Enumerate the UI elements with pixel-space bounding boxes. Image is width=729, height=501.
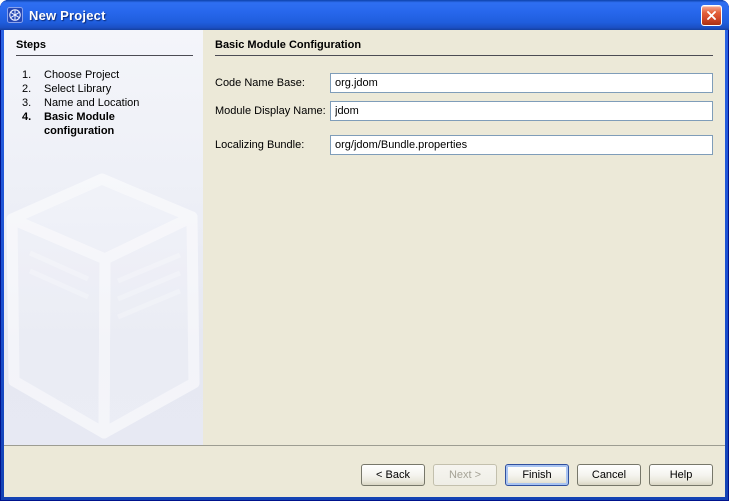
steps-list: 1. Choose Project 2. Select Library 3. N…: [22, 68, 203, 138]
button-bar: < Back Next > Finish Cancel Help: [4, 445, 725, 497]
module-display-name-label: Module Display Name:: [215, 105, 326, 117]
help-button[interactable]: Help: [649, 464, 713, 486]
netbeans-cube-watermark-icon: [6, 173, 200, 439]
step-item-basic-module-configuration: 4. Basic Module configuration: [22, 111, 115, 137]
form-row-module-display-name: Module Display Name:: [215, 101, 713, 121]
form-row-code-name-base: Code Name Base:: [215, 73, 713, 93]
step-item-name-and-location: 3. Name and Location: [22, 97, 140, 109]
module-display-name-input[interactable]: [330, 101, 713, 121]
back-button[interactable]: < Back: [361, 464, 425, 486]
netbeans-logo-icon: [7, 7, 23, 23]
step-item-select-library: 2. Select Library: [22, 83, 112, 95]
code-name-base-label: Code Name Base:: [215, 77, 305, 89]
close-x-icon: [707, 10, 716, 20]
config-heading: Basic Module Configuration: [215, 39, 713, 56]
titlebar[interactable]: New Project: [0, 0, 729, 30]
cancel-button[interactable]: Cancel: [577, 464, 641, 486]
steps-panel: Steps 1. Choose Project 2. Select Librar…: [4, 30, 203, 445]
localizing-bundle-input[interactable]: [330, 135, 713, 155]
module-config-form: Code Name Base: Module Display Name: Loc…: [215, 73, 713, 155]
localizing-bundle-label: Localizing Bundle:: [215, 139, 305, 151]
step-item-choose-project: 1. Choose Project: [22, 69, 120, 81]
finish-button[interactable]: Finish: [505, 464, 569, 486]
config-panel: Basic Module Configuration Code Name Bas…: [203, 30, 725, 445]
steps-heading: Steps: [16, 39, 193, 56]
code-name-base-input[interactable]: [330, 73, 713, 93]
close-button[interactable]: [701, 4, 722, 26]
window-title: New Project: [29, 7, 106, 23]
wizard-body: Steps 1. Choose Project 2. Select Librar…: [4, 30, 725, 445]
form-row-localizing-bundle: Localizing Bundle:: [215, 135, 713, 155]
next-button: Next >: [433, 464, 497, 486]
new-project-dialog: New Project Steps 1. Choose Project 2. S…: [0, 0, 729, 501]
